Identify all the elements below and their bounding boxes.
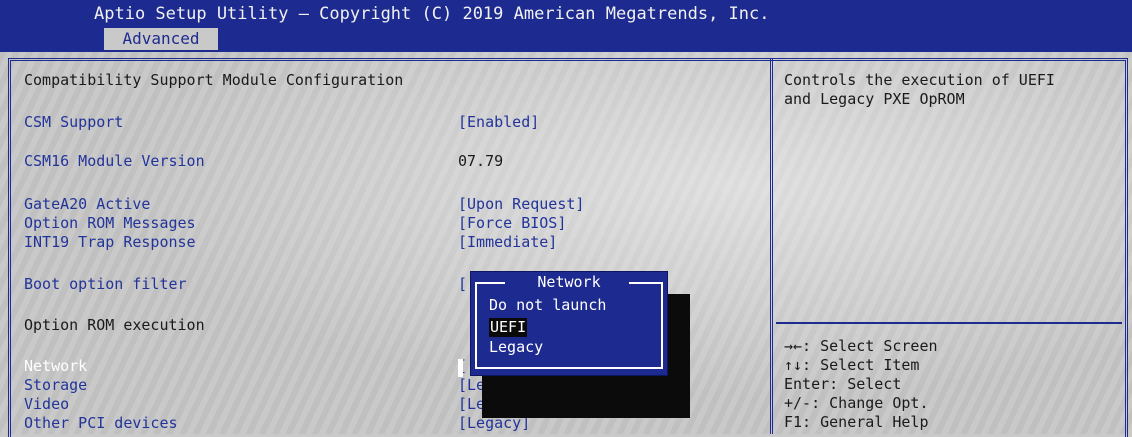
network-options-popup[interactable]: Network Do not launch UEFI Legacy (470, 271, 668, 376)
option-legacy[interactable]: Legacy (489, 338, 543, 357)
setting-value: [Enabled] (458, 113, 540, 131)
key-select-item: ↑↓: Select Item (784, 356, 920, 374)
setting-value: [Force BIOS] (458, 214, 567, 232)
help-divider (776, 322, 1122, 324)
setting-value: 07.79 (458, 152, 504, 170)
setting-value: [Immediate] (458, 233, 558, 251)
setting-value: [ (458, 275, 468, 293)
setting-label: CSM16 Module Version (24, 152, 205, 170)
tab-advanced[interactable]: Advanced (104, 28, 218, 50)
key-enter-select: Enter: Select (784, 375, 902, 393)
setting-label: Option ROM Messages (24, 214, 196, 232)
option-do-not-launch[interactable]: Do not launch (489, 296, 606, 315)
value-cursor (458, 359, 463, 377)
setting-label: INT19 Trap Response (24, 233, 196, 251)
vertical-divider (770, 58, 776, 434)
setting-label: CSM Support (24, 113, 124, 131)
title-bar: Aptio Setup Utility – Copyright (C) 2019… (0, 0, 1132, 52)
setting-label: Other PCI devices (24, 414, 178, 432)
setting-label: Network (24, 357, 88, 375)
popup-title: Network (537, 273, 601, 291)
setting-label: GateA20 Active (24, 195, 151, 213)
setting-label: Option ROM execution (24, 316, 205, 334)
setting-label: Boot option filter (24, 275, 187, 293)
setting-value: [Upon Request] (458, 195, 585, 213)
key-select-screen: →←: Select Screen (784, 337, 938, 355)
setting-label: Storage (24, 376, 88, 394)
option-uefi[interactable]: UEFI (489, 318, 528, 337)
key-general-help: F1: General Help (784, 413, 929, 431)
setting-label: Video (24, 395, 70, 413)
window-title: Aptio Setup Utility – Copyright (C) 2019… (94, 4, 770, 24)
help-description: Controls the execution of UEFI and Legac… (784, 71, 1055, 108)
key-change-opt: +/-: Change Opt. (784, 394, 929, 412)
section-title: Compatibility Support Module Configurati… (24, 71, 404, 89)
